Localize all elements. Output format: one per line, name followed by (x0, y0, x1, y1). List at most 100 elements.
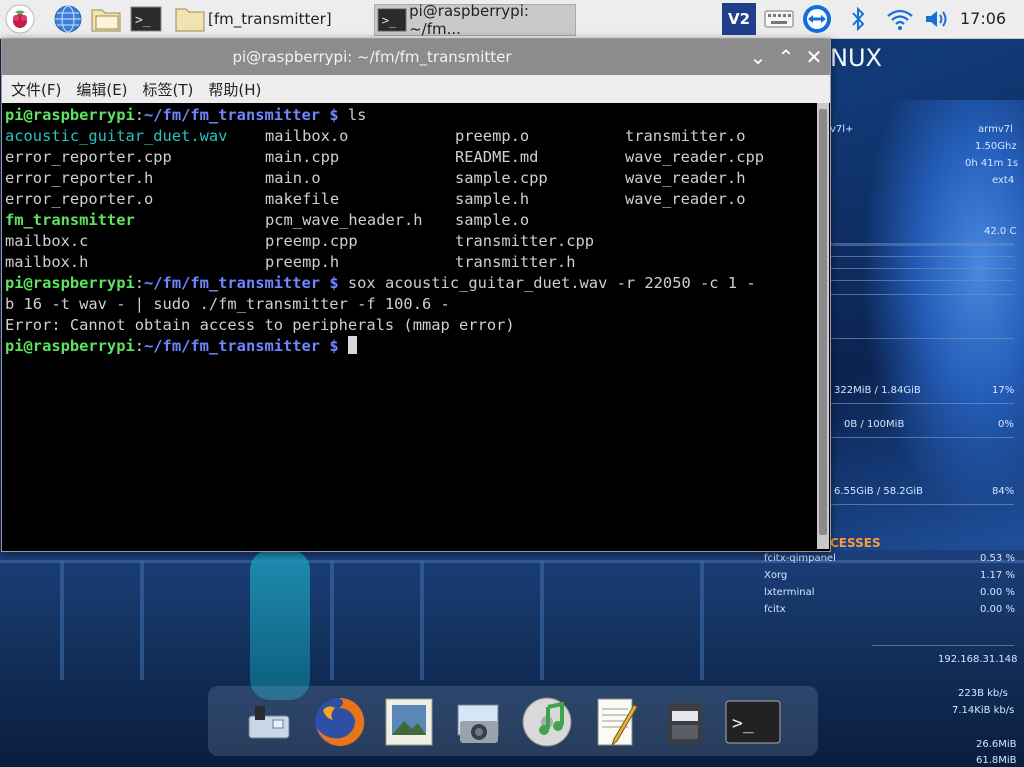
conky-cpu-bar (830, 243, 1014, 246)
wifi-icon[interactable] (884, 3, 916, 35)
conky-divider (830, 280, 1014, 281)
close-button[interactable]: ✕ (802, 45, 826, 69)
conky-swap-bar (830, 437, 1014, 438)
clock[interactable]: 17:06 (960, 0, 1006, 38)
terminal-dock-icon[interactable]: >_ (724, 692, 782, 752)
terminal-launcher-icon[interactable]: >_ (130, 3, 162, 35)
vnc-icon[interactable]: V2 (722, 3, 756, 35)
error-message: Error: Cannot obtain access to periphera… (5, 316, 515, 334)
window-titlebar[interactable]: pi@raspberrypi: ~/fm/fm_transmitter ⌄ ⌃ … (2, 39, 830, 75)
menu-help[interactable]: 帮助(H) (208, 79, 261, 100)
wallpaper-rail (700, 560, 704, 680)
terminal-line: b 16 -t wav - | sudo ./fm_transmitter -f… (5, 295, 450, 313)
conky-uptime: 0h 41m 1s (965, 158, 1019, 169)
conky-divider (830, 294, 1014, 295)
folder-icon (175, 8, 205, 32)
keyboard-icon[interactable] (762, 3, 796, 35)
conky-net-total-down: 61.8MiB (976, 755, 1017, 766)
wallpaper-rail (420, 560, 424, 680)
wallpaper-figure-legs (250, 550, 310, 700)
terminal-line: pi@raspberrypi:~/fm/fm_transmitter $ ls (5, 106, 367, 124)
window-title: pi@raspberrypi: ~/fm/fm_transmitter (232, 48, 512, 66)
conky-ip: 192.168.31.148 (938, 654, 1018, 665)
taskbar-item-label: [fm_transmitter] (208, 10, 332, 28)
conky-temp: 42.0 C (984, 226, 1017, 237)
ls-row: error_reporter.h main.o sample.cpp wave_… (5, 169, 746, 187)
conky-divider (872, 645, 1014, 646)
teamviewer-icon[interactable] (800, 3, 834, 35)
conky-process-name: fcitx (764, 604, 786, 615)
wallpaper-railing-bar (0, 560, 1024, 563)
terminal-output[interactable]: pi@raspberrypi:~/fm/fm_transmitter $ ls … (2, 103, 819, 551)
file-cabinet-icon[interactable] (656, 692, 714, 752)
disk-drive-icon[interactable] (240, 692, 298, 752)
conky-process-name: lxterminal (764, 587, 815, 598)
wallpaper-rail (330, 560, 334, 680)
scrollbar[interactable] (817, 103, 829, 549)
ls-row: mailbox.h preemp.h transmitter.h (5, 253, 576, 271)
taskbar-item-label: pi@raspberrypi: ~/fm... (409, 2, 529, 38)
conky-graph-baseline (830, 338, 1014, 339)
scrollbar-thumb[interactable] (819, 109, 827, 535)
conky-process-pct: 1.17 % (980, 570, 1015, 581)
terminal-line: pi@raspberrypi:~/fm/fm_transmitter $ sox… (5, 274, 756, 292)
folder-icon[interactable] (90, 3, 122, 35)
conky-net-total-up: 26.6MiB (976, 739, 1017, 750)
conky-freq: 1.50Ghz (975, 141, 1017, 152)
menubar: 文件(F) 编辑(E) 标签(T) 帮助(H) (2, 75, 830, 103)
ls-row: error_reporter.cpp main.cpp README.md wa… (5, 148, 764, 166)
minimize-button[interactable]: ⌄ (746, 45, 770, 69)
top-panel: >_ [fm_transmitter] >_ pi@raspberrypi: ~… (0, 0, 1024, 39)
conky-filesystem: ext4 (992, 175, 1015, 186)
conky-process-name: Xorg (764, 570, 788, 581)
ls-row: fm_transmitter pcm_wave_header.h sample.… (5, 211, 530, 229)
wallpaper-rail (540, 560, 544, 680)
conky-disk: 6.55GiB / 58.2GiB (834, 486, 924, 497)
maximize-button[interactable]: ⌃ (774, 45, 798, 69)
conky-process-pct: 0.00 % (980, 587, 1015, 598)
conky-ram-pct: 17% (992, 385, 1015, 396)
taskbar-file-manager[interactable]: [fm_transmitter] (174, 4, 370, 34)
conky-net-down: 7.14KiB kb/s (952, 705, 1015, 716)
conky-process-name: fcitx-qimpanel (764, 553, 836, 564)
image-viewer-icon[interactable] (380, 692, 438, 752)
text-cursor (347, 336, 357, 354)
conky-divider (830, 268, 1014, 269)
globe-icon[interactable] (52, 3, 84, 35)
conky-disk-pct: 84% (992, 486, 1015, 497)
menu-file[interactable]: 文件(F) (11, 79, 61, 100)
firefox-icon[interactable] (310, 692, 368, 752)
wallpaper-rail (140, 560, 144, 680)
terminal-window: pi@raspberrypi: ~/fm/fm_transmitter ⌄ ⌃ … (1, 38, 831, 552)
svg-text:>_: >_ (732, 713, 754, 734)
menu-edit[interactable]: 编辑(E) (76, 79, 127, 100)
raspberry-menu-icon[interactable] (4, 3, 36, 35)
conky-process-pct: 0.00 % (980, 604, 1015, 615)
taskbar-terminal[interactable]: >_ pi@raspberrypi: ~/fm... (374, 2, 576, 38)
music-player-icon[interactable] (518, 692, 576, 752)
conky-swap: 0B / 100MiB (844, 419, 905, 430)
conky-ram-bar (830, 403, 1014, 404)
conky-ram: 322MiB / 1.84GiB (834, 385, 921, 396)
camera-photos-icon[interactable] (450, 692, 508, 752)
text-editor-icon[interactable] (588, 692, 646, 752)
conky-process-pct: 0.53 % (980, 553, 1015, 564)
ls-row: error_reporter.o makefile sample.h wave_… (5, 190, 746, 208)
wallpaper-rail (60, 560, 64, 680)
volume-icon[interactable] (922, 3, 952, 35)
conky-processes-header: CESSES (830, 536, 881, 550)
svg-text:>_: >_ (135, 13, 151, 28)
bluetooth-icon[interactable] (844, 3, 872, 35)
svg-text:>_: >_ (382, 14, 397, 28)
conky-divider (830, 256, 1014, 257)
terminal-prompt-line: pi@raspberrypi:~/fm/fm_transmitter $ (5, 336, 819, 357)
conky-arch-partial: v7l+ (830, 124, 854, 135)
ls-row: acoustic_guitar_duet.wav mailbox.o preem… (5, 127, 746, 145)
conky-swap-pct: 0% (998, 419, 1014, 430)
conky-disk-bar (830, 504, 1014, 505)
terminal-icon: >_ (377, 8, 407, 32)
conky-arch: armv7l (978, 124, 1013, 135)
menu-tabs[interactable]: 标签(T) (143, 79, 194, 100)
conky-title: NUX (830, 44, 882, 72)
ls-row: mailbox.c preemp.cpp transmitter.cpp (5, 232, 594, 250)
